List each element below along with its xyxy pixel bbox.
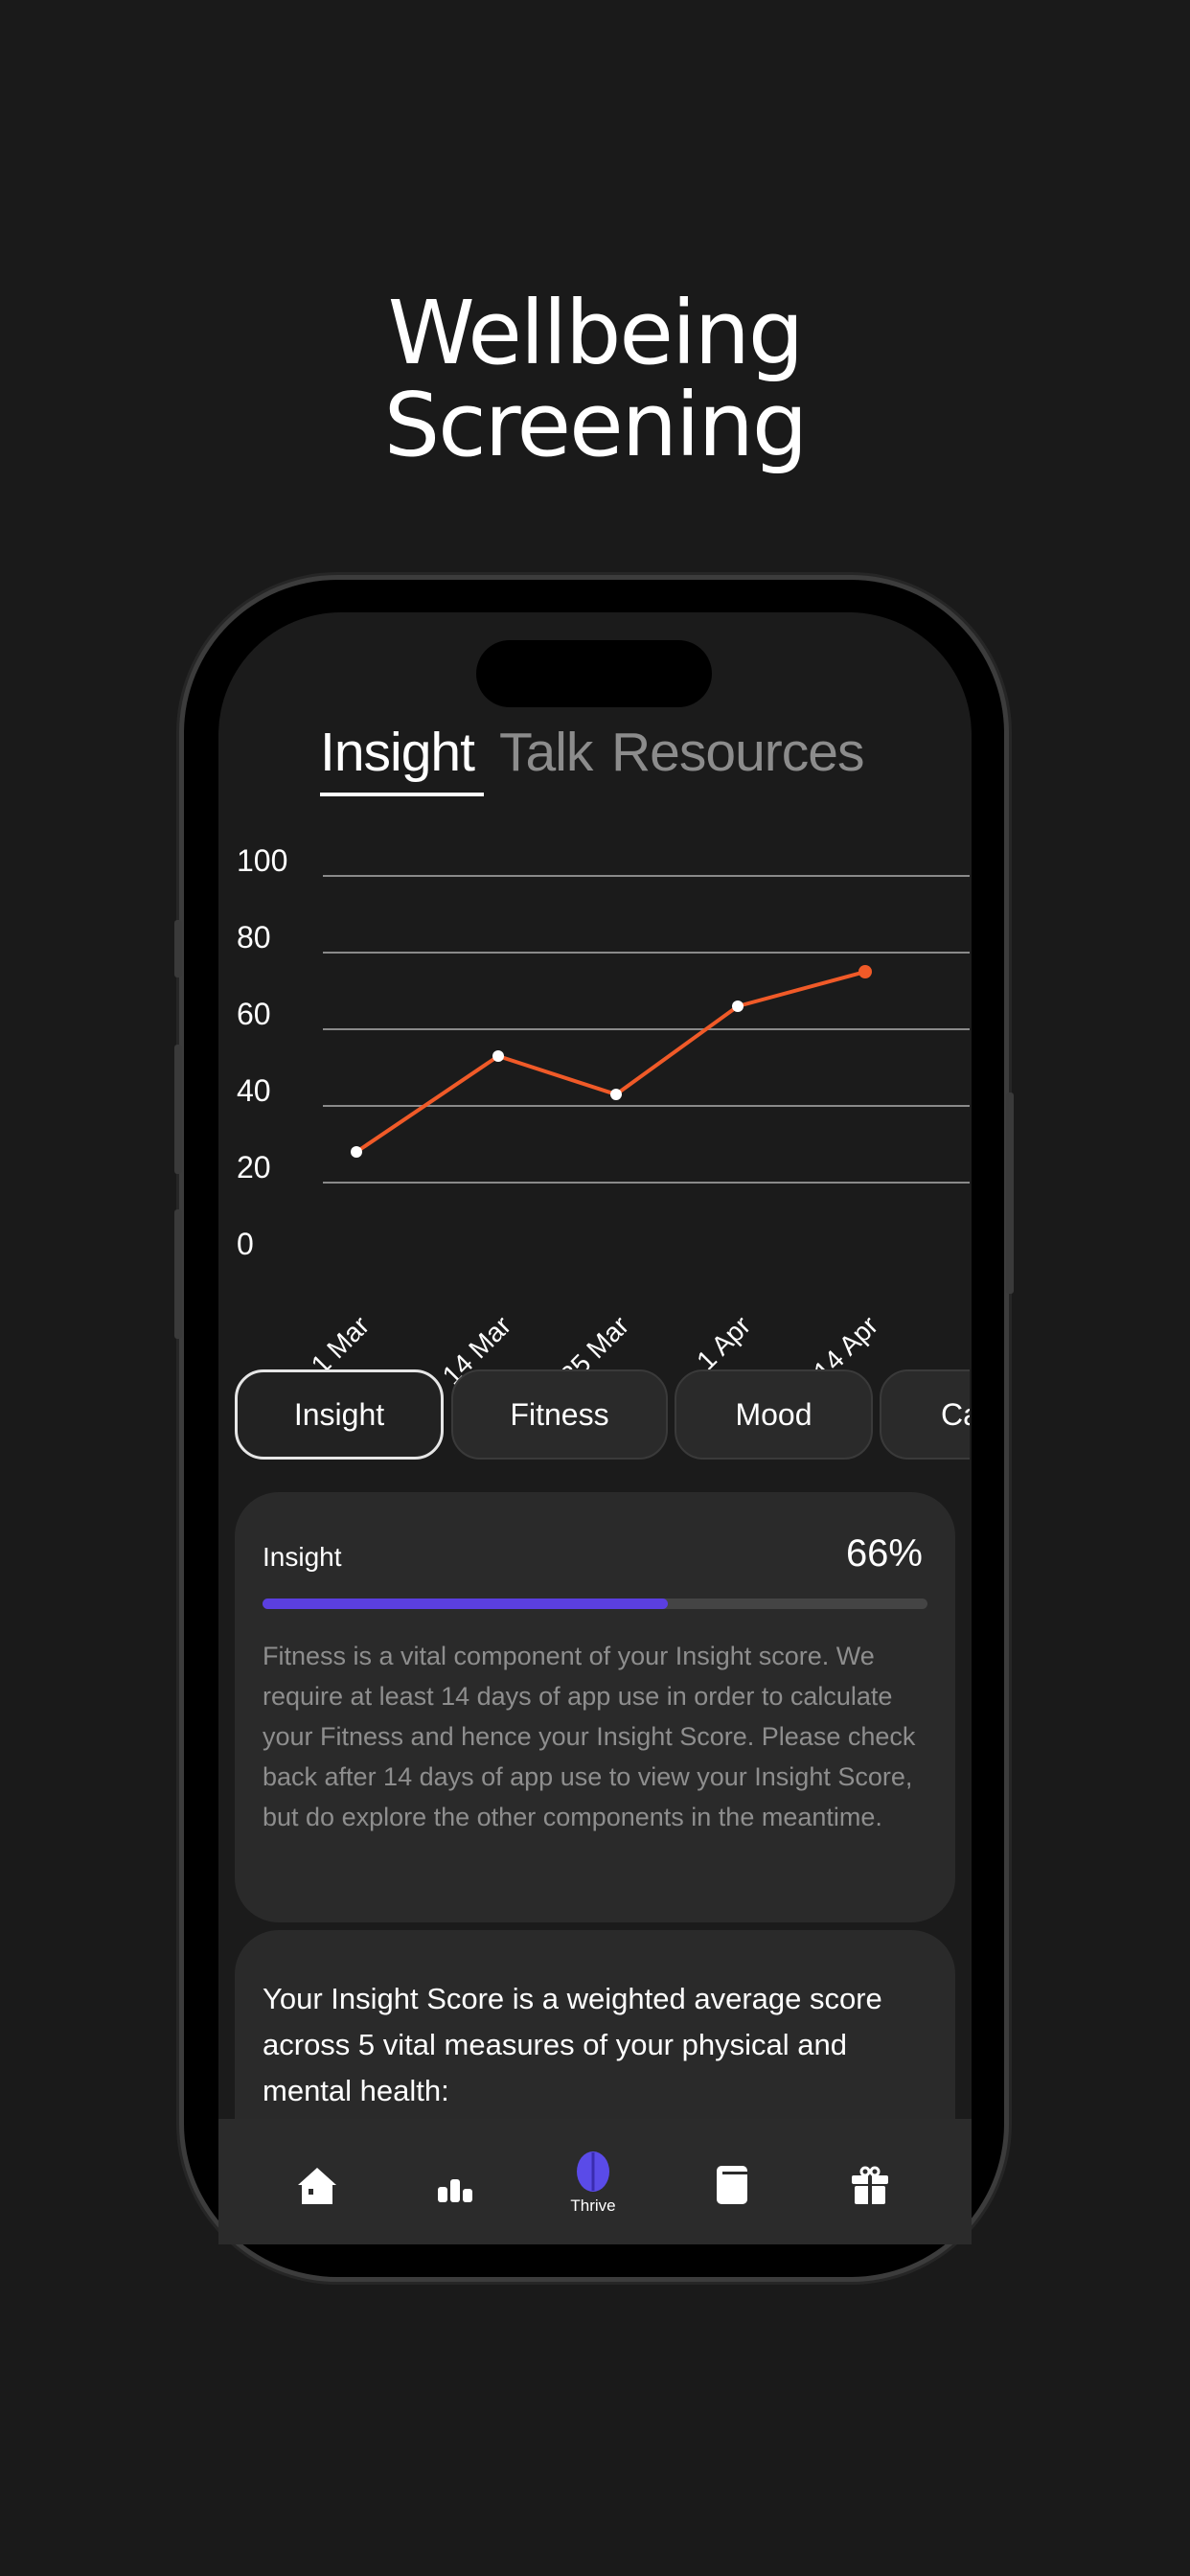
volume-down-button — [174, 1209, 182, 1339]
info-card-text: Your Insight Score is a weighted average… — [263, 1982, 882, 2107]
home-icon[interactable] — [296, 2164, 338, 2206]
pill-insight[interactable]: Insight — [235, 1369, 444, 1460]
page-headline: Wellbeing Screening — [0, 288, 1190, 472]
book-icon[interactable] — [711, 2164, 753, 2206]
pill-fitness[interactable]: Fitness — [451, 1369, 668, 1460]
pill-label: Insight — [293, 1396, 385, 1432]
score-progress-bar — [263, 1598, 927, 1609]
headline-line-2: Screening — [383, 374, 809, 476]
power-button — [1006, 1092, 1014, 1294]
tab-talk[interactable]: Talk — [499, 721, 593, 784]
pill-mood[interactable]: Mood — [675, 1369, 873, 1460]
tab-resources[interactable]: Resources — [611, 721, 864, 784]
pill-label: Ca — [941, 1396, 970, 1432]
bar-chart-icon[interactable] — [434, 2164, 476, 2206]
active-tab-underline — [320, 793, 484, 796]
pill-ca[interactable]: Ca — [880, 1369, 970, 1460]
tab-insight[interactable]: Insight — [320, 721, 475, 784]
score-card: Insight 66% Fitness is a vital component… — [235, 1492, 955, 1922]
nav-label-thrive[interactable]: Thrive — [555, 2196, 631, 2216]
headline-line-1: Wellbeing — [387, 282, 805, 384]
score-progress-fill — [263, 1598, 669, 1609]
pill-label: Fitness — [510, 1396, 609, 1432]
dynamic-island — [476, 640, 712, 707]
score-label: Insight — [263, 1542, 342, 1572]
score-value: 66% — [845, 1532, 923, 1575]
pill-label: Mood — [735, 1396, 812, 1432]
score-description: Fitness is a vital component of your Ins… — [263, 1642, 916, 1831]
brain-icon[interactable] — [572, 2150, 614, 2193]
gift-icon[interactable] — [849, 2164, 891, 2206]
mute-switch — [174, 920, 182, 978]
volume-up-button — [174, 1045, 182, 1174]
